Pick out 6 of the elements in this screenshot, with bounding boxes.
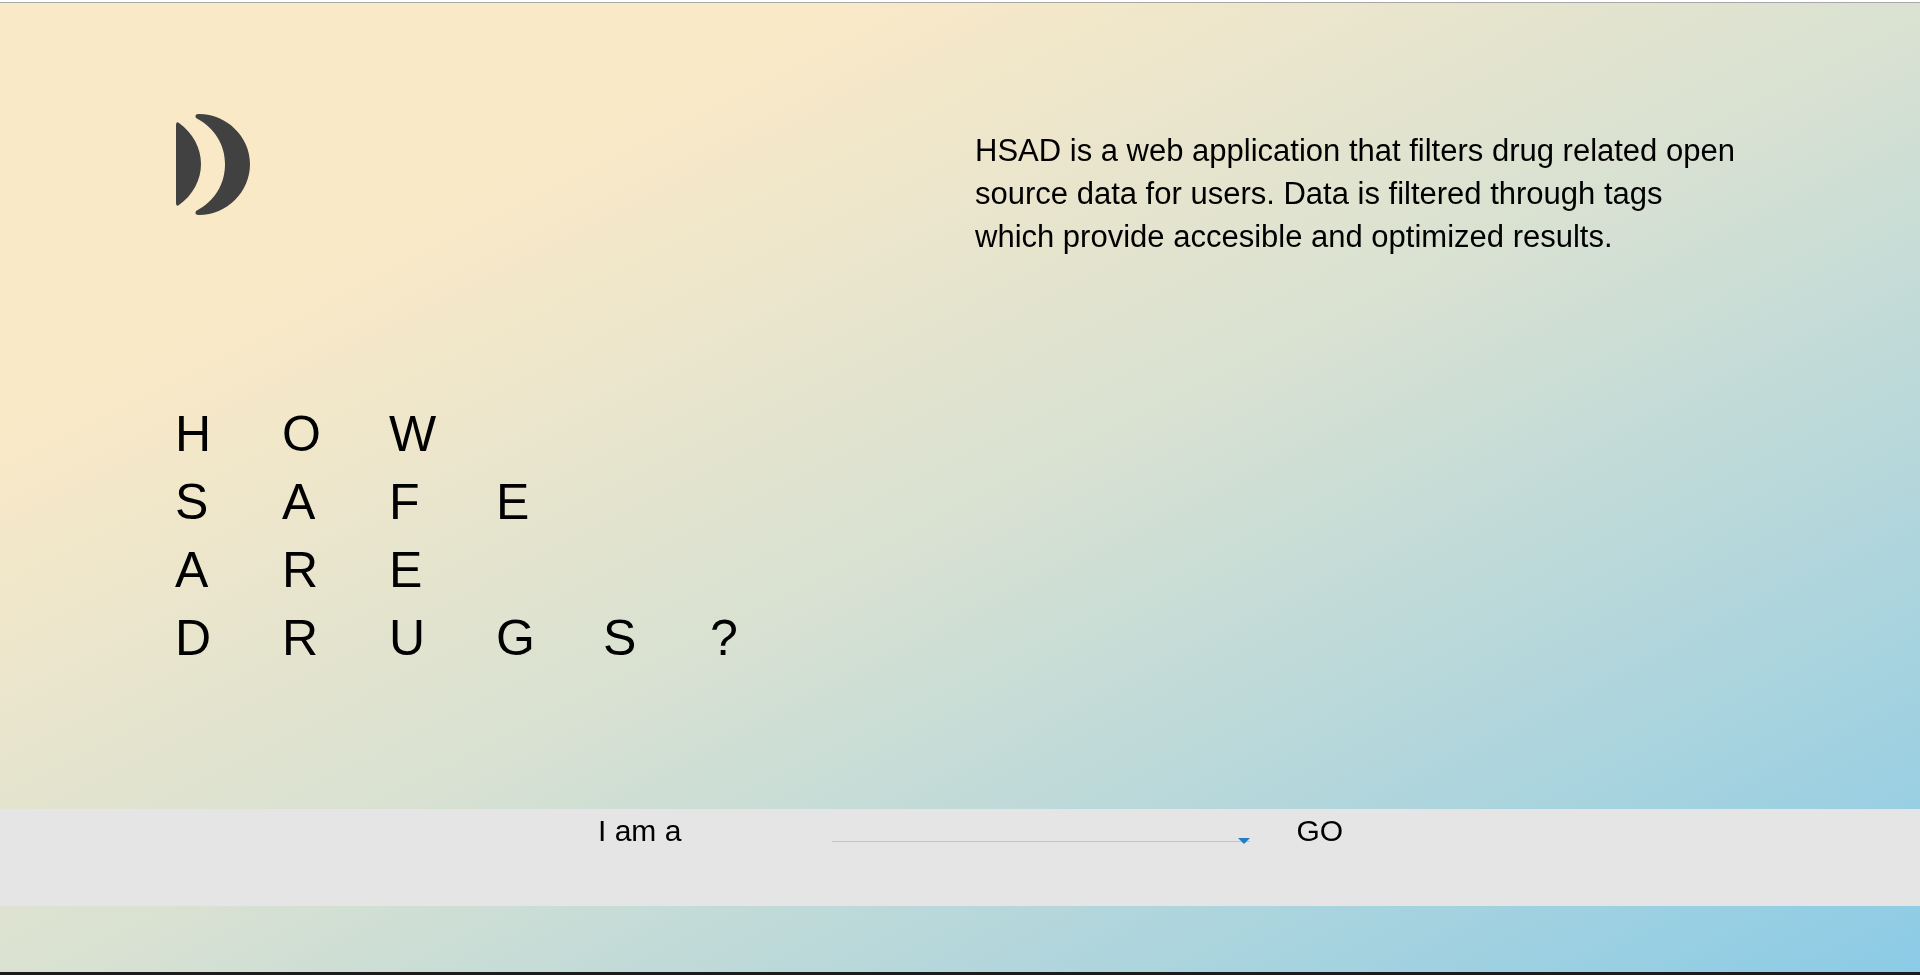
caret-icon [1238,838,1251,844]
go-button[interactable]: GO [1296,813,1344,849]
headline: H O W S A F E A R E D R U G S ? [175,405,738,668]
logo-icon [175,113,251,216]
form-label: I am a [598,813,682,849]
description-text: HSAD is a web application that filters drug related open source data for users. Data is filtered through tags which provide accesible and optimized results. [975,132,1736,256]
